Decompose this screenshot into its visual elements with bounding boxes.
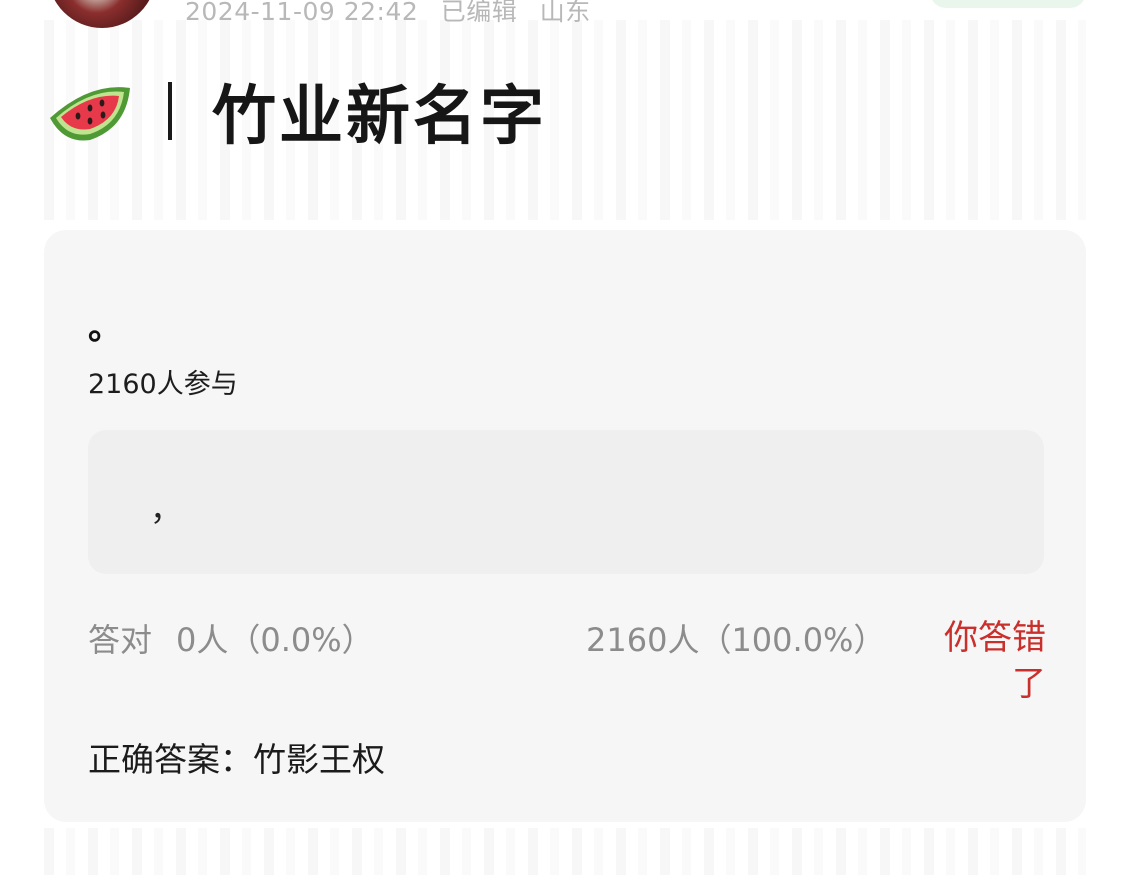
correct-answer: 正确答案：竹影王权 (88, 740, 385, 779)
topic-header: 竹业新名字 (46, 72, 547, 154)
topic-title: 竹业新名字 (212, 80, 547, 154)
correct-count: 0人（0.0%） (176, 621, 374, 659)
wrong-count: 2160人（100.0%） (586, 621, 886, 659)
correct-stat: 答对 0人（0.0%） (88, 615, 374, 661)
post-timestamp: 2024-11-09 22:42 (185, 0, 419, 26)
quiz-question: 。 (88, 308, 122, 348)
location-label: 山东 (539, 0, 591, 26)
follow-button[interactable] (930, 0, 1086, 8)
post-meta: 2024-11-09 22:42 已编辑 山东 (185, 0, 605, 28)
correct-label: 答对 (88, 621, 153, 659)
watermelon-icon (50, 87, 130, 141)
edited-label: 已编辑 (440, 0, 518, 26)
title-divider (168, 82, 172, 140)
option-label: ， (150, 490, 183, 528)
quiz-card: 。 2160人参与 ， 答对 0人（0.0%） 2160人（100.0%） 你答错… (44, 230, 1086, 822)
quiz-option[interactable]: ， (88, 430, 1044, 574)
participant-count: 2160人参与 (88, 369, 238, 400)
background-text-texture (44, 828, 1086, 875)
result-wrong-label: 你答错了 (944, 618, 1046, 704)
